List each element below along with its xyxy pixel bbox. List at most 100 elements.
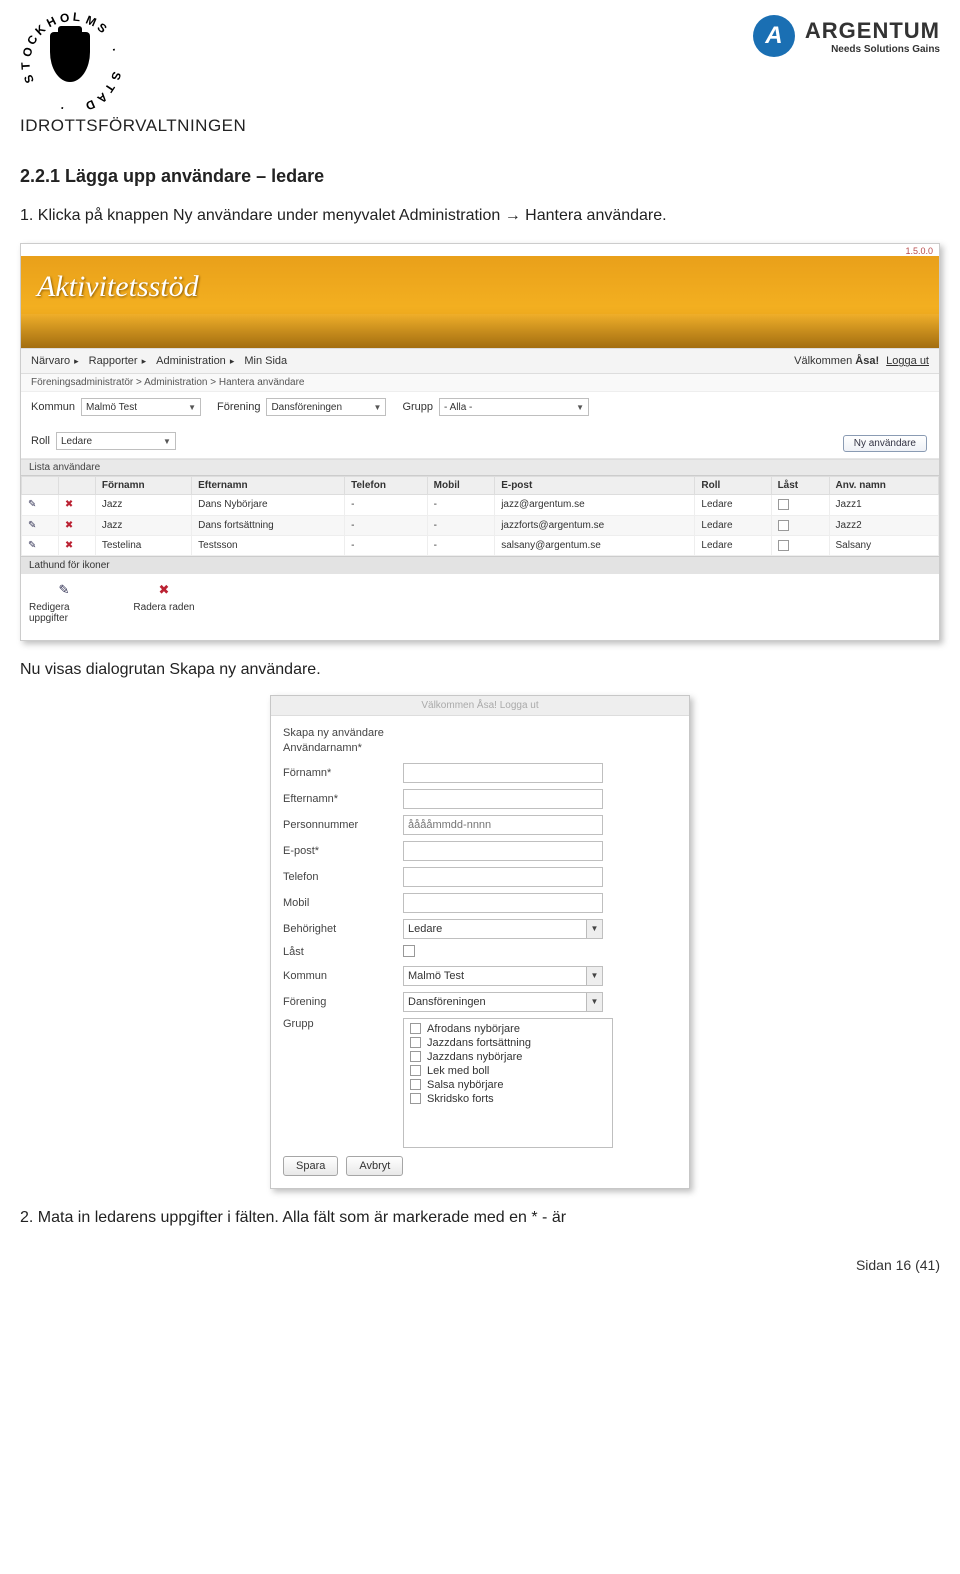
argentum-brand: ARGENTUM	[805, 18, 940, 44]
grupp-option[interactable]: Jazzdans nybörjare	[410, 1050, 609, 1064]
table-header: Mobil	[427, 477, 495, 495]
grupp-option[interactable]: Afrodans nybörjare	[410, 1022, 609, 1036]
delete-icon: ✖	[159, 582, 170, 598]
grupp-select[interactable]: - Alla -▼	[439, 398, 589, 416]
app-name: Aktivitetsstöd	[37, 270, 923, 304]
label-last: Låst	[283, 946, 403, 958]
last-checkbox[interactable]	[403, 945, 415, 957]
stockholm-stad-logo: STOCKHOLMS · STAD ·	[20, 10, 120, 110]
avbryt-button[interactable]: Avbryt	[346, 1156, 403, 1176]
table-row: ✎✖JazzDans Nybörjare--jazz@argentum.seLe…	[22, 495, 939, 515]
logout-link[interactable]: Logga ut	[886, 355, 929, 367]
grupp-option[interactable]: Skridsko forts	[410, 1092, 609, 1106]
legend-header: Lathund för ikoner	[21, 556, 939, 574]
tab-narvaro[interactable]: Närvaro▸	[31, 355, 79, 367]
table-cell	[771, 495, 829, 515]
table-cell: ✖	[58, 535, 95, 555]
table-cell: ✎	[22, 515, 59, 535]
table-cell: ✎	[22, 535, 59, 555]
grupp-option[interactable]: Salsa nybörjare	[410, 1078, 609, 1092]
edit-icon[interactable]: ✎	[28, 540, 36, 551]
table-cell: Jazz1	[829, 495, 938, 515]
label-fornamn: Förnamn*	[283, 767, 403, 779]
screenshot-user-list: 1.5.0.0 Aktivitetsstöd Närvaro▸ Rapporte…	[20, 243, 940, 640]
personnummer-input[interactable]	[403, 815, 603, 835]
checkbox-icon[interactable]	[410, 1023, 421, 1034]
filter-bar: Kommun Malmö Test▼ Förening Dansförening…	[21, 392, 939, 459]
kommun-select[interactable]: Malmö Test▼	[81, 398, 201, 416]
table-cell: Dans fortsättning	[192, 515, 345, 535]
table-cell: Dans Nybörjare	[192, 495, 345, 515]
list-header: Lista användare	[21, 459, 939, 476]
label-telefon: Telefon	[283, 871, 403, 883]
table-cell: Ledare	[695, 535, 771, 555]
tab-administration[interactable]: Administration▸	[156, 355, 234, 367]
table-cell	[771, 515, 829, 535]
filter-forening: Förening Dansföreningen▼	[217, 398, 386, 416]
checkbox-icon[interactable]	[410, 1051, 421, 1062]
forening-select[interactable]: Dansföreningen▼	[266, 398, 386, 416]
dialog-title: Skapa ny användare Användarnamn*	[283, 726, 677, 755]
table-header	[58, 477, 95, 495]
table-cell: jazzforts@argentum.se	[495, 515, 695, 535]
grupp-option[interactable]: Lek med boll	[410, 1064, 609, 1078]
table-cell: Jazz	[95, 495, 191, 515]
epost-input[interactable]	[403, 841, 603, 861]
section-title: 2.2.1 Lägga upp användare – ledare	[20, 166, 940, 187]
checkbox-icon[interactable]	[410, 1093, 421, 1104]
table-cell: Ledare	[695, 515, 771, 535]
grupp-option[interactable]: Jazzdans fortsättning	[410, 1036, 609, 1050]
table-header: Låst	[771, 477, 829, 495]
filter-grupp: Grupp - Alla -▼	[402, 398, 589, 416]
table-row: ✎✖TestelinaTestsson--salsany@argentum.se…	[22, 535, 939, 555]
table-cell: ✖	[58, 495, 95, 515]
checkbox-icon[interactable]	[410, 1065, 421, 1076]
department-name: IDROTTSFÖRVALTNINGEN	[20, 116, 940, 136]
tab-min-sida[interactable]: Min Sida	[244, 355, 287, 367]
screenshot-create-user-dialog: Välkommen Åsa! Logga ut Skapa ny använda…	[270, 695, 690, 1189]
main-nav: Närvaro▸ Rapporter▸ Administration▸ Min …	[21, 348, 939, 374]
locked-checkbox[interactable]	[778, 540, 789, 551]
table-cell: Ledare	[695, 495, 771, 515]
delete-icon[interactable]: ✖	[65, 499, 73, 510]
checkbox-icon[interactable]	[410, 1037, 421, 1048]
locked-checkbox[interactable]	[778, 499, 789, 510]
step-1-text: 1. Klicka på knappen Ny användare under …	[20, 205, 740, 227]
table-cell: -	[427, 495, 495, 515]
delete-icon[interactable]: ✖	[65, 540, 73, 551]
kommun-select-dialog[interactable]: Malmö Test▼	[403, 966, 603, 986]
table-header: E-post	[495, 477, 695, 495]
delete-icon[interactable]: ✖	[65, 520, 73, 531]
argentum-tagline: Needs Solutions Gains	[805, 44, 940, 55]
label-efternamn: Efternamn*	[283, 793, 403, 805]
label-mobil: Mobil	[283, 897, 403, 909]
table-cell: -	[427, 515, 495, 535]
table-cell: salsany@argentum.se	[495, 535, 695, 555]
table-cell: -	[345, 495, 428, 515]
spara-button[interactable]: Spara	[283, 1156, 338, 1176]
grupp-listbox[interactable]: Afrodans nybörjareJazzdans fortsättningJ…	[403, 1018, 613, 1148]
roll-select[interactable]: Ledare▼	[56, 432, 176, 450]
filter-roll: Roll Ledare▼	[31, 432, 176, 450]
table-header: Telefon	[345, 477, 428, 495]
checkbox-icon[interactable]	[410, 1079, 421, 1090]
new-user-button[interactable]: Ny användare	[843, 435, 927, 452]
forening-select-dialog[interactable]: Dansföreningen▼	[403, 992, 603, 1012]
fornamn-input[interactable]	[403, 763, 603, 783]
edit-icon[interactable]: ✎	[28, 499, 36, 510]
mobil-input[interactable]	[403, 893, 603, 913]
welcome-area: Välkommen Åsa! Logga ut	[794, 355, 929, 367]
telefon-input[interactable]	[403, 867, 603, 887]
edit-icon[interactable]: ✎	[28, 520, 36, 531]
locked-checkbox[interactable]	[778, 520, 789, 531]
table-cell: Jazz2	[829, 515, 938, 535]
efternamn-input[interactable]	[403, 789, 603, 809]
table-cell: -	[345, 515, 428, 535]
user-table: FörnamnEfternamnTelefonMobilE-postRollLå…	[21, 476, 939, 555]
legend-edit: ✎ Redigera uppgifter	[29, 582, 99, 624]
step-2-text: 2. Mata in ledarens uppgifter i fälten. …	[20, 1207, 740, 1229]
tab-rapporter[interactable]: Rapporter▸	[89, 355, 146, 367]
table-cell: Salsany	[829, 535, 938, 555]
behorighet-select[interactable]: Ledare▼	[403, 919, 603, 939]
table-cell: ✎	[22, 495, 59, 515]
